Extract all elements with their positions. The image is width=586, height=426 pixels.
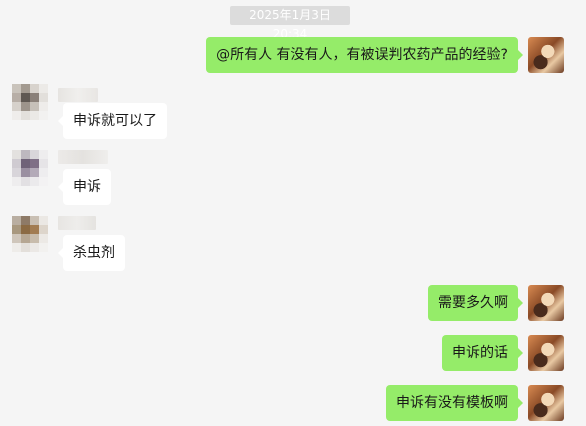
sender-name-pixelated xyxy=(58,150,108,164)
my-avatar[interactable] xyxy=(528,37,564,73)
sender-name-pixelated xyxy=(58,88,98,102)
outgoing-message-bubble[interactable]: 申诉有没有模板啊 xyxy=(386,385,523,421)
sender-avatar-pixelated[interactable] xyxy=(12,150,48,186)
outgoing-message-bubble[interactable]: 需要多久啊 xyxy=(428,285,523,321)
my-avatar[interactable] xyxy=(528,285,564,321)
sender-name-pixelated xyxy=(58,216,96,230)
outgoing-message-bubble[interactable]: 申诉的话 xyxy=(442,335,523,371)
incoming-message-bubble[interactable]: 申诉就可以了 xyxy=(58,103,167,139)
my-avatar[interactable] xyxy=(528,335,564,371)
outgoing-message-bubble[interactable]: @所有人 有没有人，有被误判农药产品的经验? xyxy=(206,37,523,73)
sender-avatar-pixelated[interactable] xyxy=(12,84,48,120)
sender-avatar-pixelated[interactable] xyxy=(12,216,48,252)
incoming-message-bubble[interactable]: 杀虫剂 xyxy=(58,235,125,271)
chat-area: 2025年1月3日 20:34 @所有人 有没有人，有被误判农药产品的经验? 申… xyxy=(0,0,586,426)
message-timestamp: 2025年1月3日 20:34 xyxy=(230,6,350,41)
my-avatar[interactable] xyxy=(528,385,564,421)
incoming-message-bubble[interactable]: 申诉 xyxy=(58,169,111,205)
